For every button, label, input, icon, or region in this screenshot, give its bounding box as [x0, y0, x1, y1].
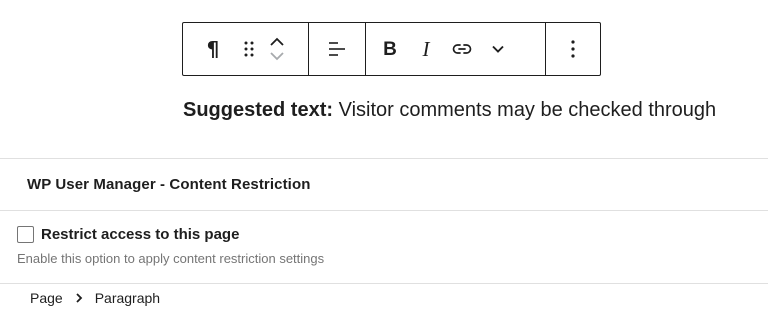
suggested-text: Visitor comments may be checked through [333, 99, 717, 121]
chevron-right-icon [75, 292, 83, 304]
restrict-access-help: Enable this option to apply content rest… [17, 251, 325, 266]
breadcrumb: Page Paragraph [30, 290, 160, 306]
suggested-label: Suggested text: [183, 99, 334, 121]
panel-title[interactable]: WP User Manager - Content Restriction [27, 176, 310, 193]
chevron-down-icon [492, 45, 504, 53]
restrict-access-checkbox[interactable] [17, 226, 34, 243]
italic-button[interactable]: I [408, 31, 444, 67]
drag-handle-icon [244, 41, 254, 57]
align-left-icon [329, 42, 345, 56]
more-vertical-icon [571, 40, 575, 58]
panel-top-divider [0, 158, 768, 159]
block-type-button[interactable]: ¶ [195, 31, 231, 67]
move-up-button[interactable] [268, 36, 286, 48]
drag-handle[interactable] [231, 31, 267, 67]
panel-header-divider [0, 210, 768, 211]
link-icon [452, 44, 472, 54]
link-button[interactable] [444, 31, 480, 67]
footer-divider [0, 283, 768, 284]
options-button[interactable] [555, 31, 591, 67]
block-controls-group: ¶ [183, 23, 309, 75]
block-mover [267, 31, 287, 67]
block-toolbar: ¶ B I [182, 22, 601, 76]
paragraph-block[interactable]: Suggested text: Visitor comments may be … [183, 96, 716, 124]
align-group [309, 23, 366, 75]
breadcrumb-paragraph[interactable]: Paragraph [95, 290, 160, 306]
restrict-access-label[interactable]: Restrict access to this page [41, 226, 239, 243]
bold-button[interactable]: B [372, 31, 408, 67]
paragraph-icon: ¶ [206, 37, 220, 61]
italic-icon: I [422, 36, 430, 61]
move-down-button[interactable] [268, 50, 286, 62]
bold-icon: B [383, 38, 397, 60]
breadcrumb-page[interactable]: Page [30, 290, 63, 306]
format-group: B I [366, 23, 546, 75]
more-formatting-button[interactable] [480, 31, 516, 67]
options-group [546, 23, 600, 75]
align-button[interactable] [319, 31, 355, 67]
